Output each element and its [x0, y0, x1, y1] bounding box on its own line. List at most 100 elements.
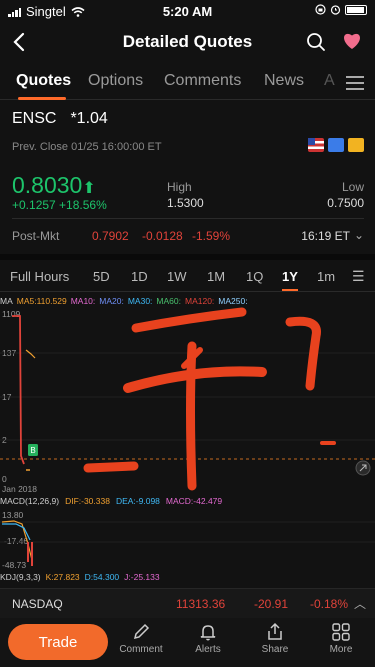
- ma10-value: MA10:: [70, 296, 96, 306]
- macd-indicators: MACD(12,26,9) DIF:-30.338 DEA:-9.098 MACD:-…: [0, 496, 228, 506]
- macd-chart[interactable]: 13.80 -17.46 -48.73: [0, 508, 375, 570]
- ma-indicators: MA MA5:110.529 MA10: MA20: MA30: MA60: MA120: M…: [0, 296, 375, 306]
- more-button[interactable]: More: [316, 622, 366, 655]
- ma-label: MA: [0, 296, 13, 306]
- period-1w[interactable]: 1W: [167, 269, 187, 284]
- prev-close: Prev. Close 01/25 16:00:00 ET: [12, 141, 162, 153]
- symbol-code: ENSC: [12, 110, 57, 127]
- price-value: 0.8030: [12, 172, 83, 198]
- period-1min[interactable]: 1m: [317, 269, 335, 284]
- ma60-value: MA60:: [156, 296, 181, 306]
- ma250-value: MA250:: [218, 296, 248, 306]
- kdj-k: K:27.823: [45, 572, 80, 582]
- buy-marker-label: B: [30, 446, 35, 455]
- post-market-row[interactable]: Post-Mkt 0.7902 -0.0128 -1.59% 16:19 ET …: [12, 218, 364, 248]
- flash-icon[interactable]: [328, 138, 344, 152]
- us-flag-icon[interactable]: [308, 138, 324, 152]
- chart-settings-icon[interactable]: ☰: [352, 268, 365, 285]
- period-1y[interactable]: 1Y: [282, 269, 298, 284]
- annotation-stroke: [83, 461, 139, 473]
- tab-quotes[interactable]: Quotes: [16, 72, 71, 90]
- hand-drawn-annotation: [83, 307, 336, 491]
- heart-icon[interactable]: [342, 32, 362, 50]
- macd-bar: [31, 542, 33, 566]
- active-period-indicator: [282, 289, 298, 291]
- comment-button[interactable]: Comment: [116, 622, 166, 655]
- tab-more-truncated[interactable]: A: [324, 72, 335, 90]
- price-line: [12, 315, 25, 465]
- quote-tabs: Quotes Options Comments News A: [0, 70, 375, 100]
- tab-menu-icon[interactable]: [346, 76, 364, 94]
- period-5d[interactable]: 5D: [93, 269, 110, 284]
- ma5-value: MA5:110.529: [16, 296, 67, 306]
- index-name: NASDAQ: [12, 597, 63, 611]
- annotation-stroke: [131, 307, 247, 333]
- status-right: [315, 4, 367, 15]
- post-market-price: 0.7902: [92, 229, 129, 243]
- status-bar: Singtel 5:20 AM: [0, 0, 375, 22]
- macd-dea: DEA:-9.098: [115, 496, 160, 506]
- macd-dif: DIF:-30.338: [65, 496, 110, 506]
- share-button[interactable]: Share: [250, 622, 300, 655]
- period-1d[interactable]: 1D: [131, 269, 148, 284]
- ma5-line: [25, 349, 36, 359]
- tab-options[interactable]: Options: [88, 72, 143, 90]
- share-label: Share: [261, 644, 289, 655]
- period-1m[interactable]: 1M: [207, 269, 225, 284]
- period-selector: Full Hours 5D 1D 1W 1M 1Q 1Y 1m ☰: [0, 260, 375, 292]
- chevron-up-icon[interactable]: ︿: [354, 595, 366, 612]
- alerts-label: Alerts: [195, 644, 221, 655]
- high-value: 1.5300: [167, 196, 204, 210]
- bell-icon: [200, 625, 216, 641]
- post-market-label: Post-Mkt: [12, 229, 60, 243]
- period-1q[interactable]: 1Q: [246, 269, 263, 284]
- bottom-action-bar: Trade Comment Alerts Share More: [0, 618, 375, 667]
- price-chart[interactable]: 1109 137 17 2 0 Jan 2018 B: [0, 306, 375, 494]
- tab-comments[interactable]: Comments: [164, 72, 241, 90]
- ma20-value: MA20:: [99, 296, 124, 306]
- pencil-icon: [133, 623, 150, 640]
- price-change: +0.1257 +18.56%: [12, 198, 107, 212]
- price-up-arrow-icon: ⬆: [82, 180, 96, 197]
- index-ticker-bar[interactable]: NASDAQ 11313.36 -20.91 -0.18% ︿: [0, 588, 375, 618]
- index-change: -20.91: [254, 597, 289, 611]
- kdj-d: D:54.300: [84, 572, 120, 582]
- grid-icon: [332, 623, 350, 641]
- stock-symbol: ENSC *1.04: [12, 110, 364, 128]
- expand-chart-icon[interactable]: [355, 460, 371, 476]
- share-icon: [268, 622, 282, 640]
- alarm-icon: [330, 5, 341, 15]
- orientation-lock-icon: [315, 4, 326, 15]
- index-percent: -0.18%: [310, 597, 349, 611]
- chevron-down-icon[interactable]: ⌄: [354, 228, 364, 242]
- macd-bar: [27, 542, 29, 562]
- active-tab-indicator: [18, 97, 66, 100]
- period-full-hours[interactable]: Full Hours: [10, 269, 69, 284]
- trade-button[interactable]: Trade: [8, 624, 108, 660]
- low-label: Low: [341, 180, 364, 194]
- post-market-change: -0.0128: [142, 229, 183, 243]
- battery-icon: [345, 4, 367, 15]
- macd-chart-canvas: [0, 520, 375, 566]
- annotation-stroke: [285, 316, 321, 391]
- market-badges: [308, 138, 364, 152]
- tab-news[interactable]: News: [264, 72, 304, 90]
- symbol-star-value: *1.04: [70, 110, 108, 127]
- price-chart-canvas: B: [0, 307, 375, 491]
- kdj-indicators: KDJ(9,3,3) K:27.823 D:54.300 J:-25.133: [0, 572, 165, 582]
- comment-label: Comment: [119, 644, 163, 655]
- macd-label: MACD(12,26,9): [0, 496, 60, 506]
- high-label: High: [167, 180, 192, 194]
- low-value: 0.7500: [327, 196, 364, 210]
- search-icon[interactable]: [306, 32, 326, 52]
- annotation-stroke: [186, 341, 197, 491]
- nav-bar: Detailed Quotes: [0, 28, 375, 58]
- quote-header: ENSC *1.04 Prev. Close 01/25 16:00:00 ET …: [12, 110, 364, 212]
- more-label: More: [329, 644, 353, 655]
- document-icon[interactable]: [348, 138, 364, 152]
- alerts-button[interactable]: Alerts: [183, 622, 233, 655]
- ma120-value: MA120:: [185, 296, 215, 306]
- kdj-label: KDJ(9,3,3): [0, 572, 41, 582]
- post-market-time: 16:19 ET: [301, 229, 350, 243]
- macd-value: MACD:-42.479: [165, 496, 223, 506]
